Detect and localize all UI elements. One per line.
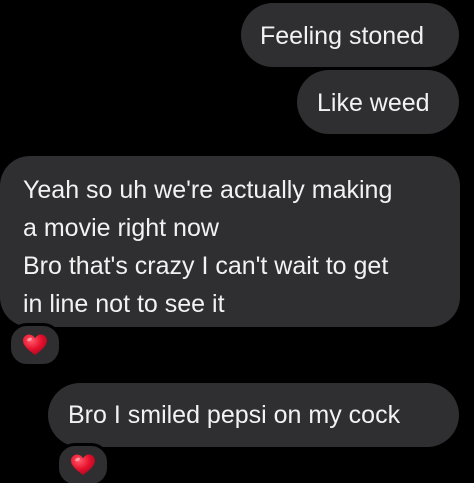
- reaction-badge[interactable]: [56, 443, 110, 483]
- message-text: Like weed: [317, 89, 430, 117]
- message-text: Bro I smiled pepsi on my cock: [68, 401, 401, 429]
- message-text-line: a movie right now: [23, 214, 219, 242]
- message-text: Feeling stoned: [260, 22, 425, 50]
- message-bubble-received[interactable]: Yeah so uh we're actually making a movie…: [0, 156, 460, 327]
- heart-icon: [22, 333, 48, 357]
- message-text-line: Bro that's crazy I can't wait to get: [23, 252, 389, 280]
- message-text-line: Yeah so uh we're actually making: [23, 176, 393, 204]
- heart-icon: [70, 453, 96, 477]
- reaction-badge[interactable]: [8, 323, 62, 367]
- message-text-line: in line not to see it: [23, 290, 225, 318]
- message-bubble-sent[interactable]: Feeling stoned: [241, 3, 459, 67]
- message-bubble-sent[interactable]: Like weed: [297, 70, 459, 134]
- message-bubble-received[interactable]: Bro I smiled pepsi on my cock: [48, 383, 459, 447]
